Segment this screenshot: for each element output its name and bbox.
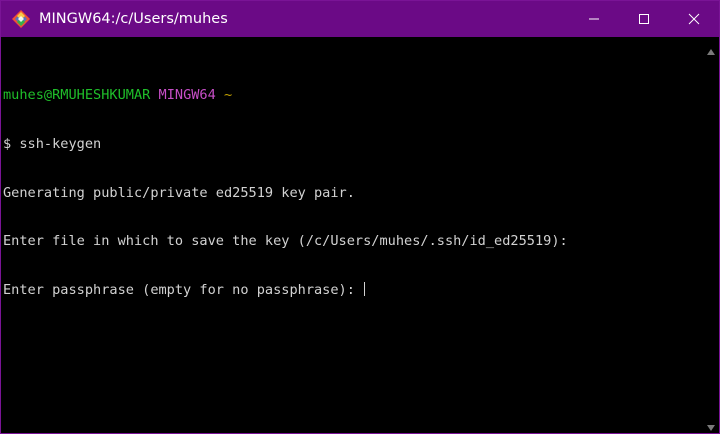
output-line: Enter file in which to save the key (/c/… [3, 233, 568, 250]
prompt-path: ~ [224, 87, 233, 104]
prompt-system: MINGW64 [158, 87, 216, 104]
title-bar[interactable]: MINGW64:/c/Users/muhes [1, 1, 719, 37]
window-controls [569, 1, 719, 37]
command-line: $ ssh-keygen [3, 136, 102, 152]
passphrase-prompt: Enter passphrase (empty for no passphras… [3, 281, 364, 298]
minimize-button[interactable] [569, 1, 619, 37]
close-icon [688, 13, 700, 25]
close-button[interactable] [669, 1, 719, 37]
maximize-button[interactable] [619, 1, 669, 37]
window-title: MINGW64:/c/Users/muhes [39, 11, 228, 27]
passphrase-prompt-line[interactable]: Enter passphrase (empty for no passphras… [3, 281, 703, 298]
terminal-window: MINGW64:/c/Users/muhes muhes@RMUHESHKUMA… [0, 0, 720, 434]
text-cursor [364, 281, 366, 296]
scrollbar[interactable] [703, 37, 719, 433]
prompt-line: muhes@RMUHESHKUMAR MINGW64 ~ [3, 87, 703, 103]
prompt-user: muhes@RMUHESHKUMAR [3, 87, 151, 104]
minimize-icon [588, 13, 600, 25]
git-bash-icon [11, 9, 31, 29]
output-line: Generating public/private ed25519 key pa… [3, 184, 355, 201]
scroll-down-icon[interactable] [707, 419, 715, 431]
terminal-output[interactable]: muhes@RMUHESHKUMAR MINGW64 ~ $ ssh-keyge… [1, 37, 703, 433]
scroll-up-icon[interactable] [707, 43, 715, 55]
maximize-icon [638, 13, 650, 25]
